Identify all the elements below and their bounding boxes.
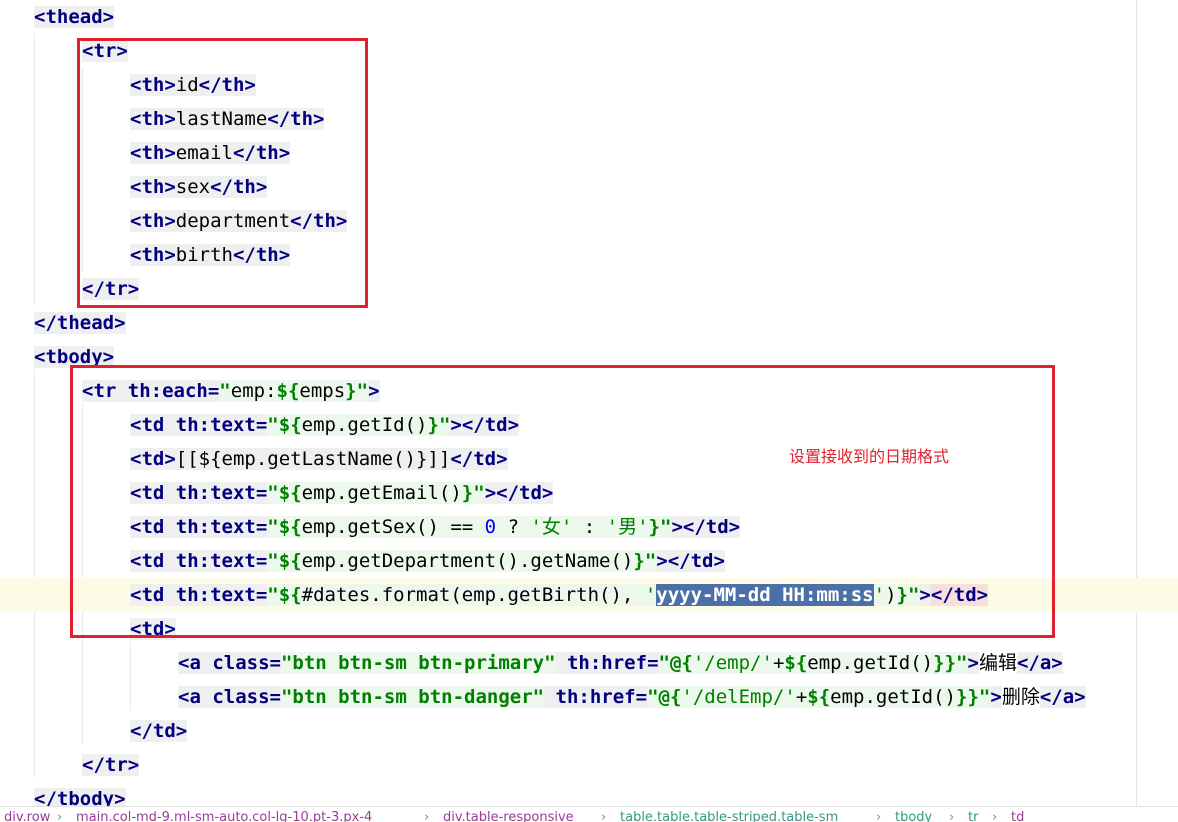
code-line-text: <a class="btn btn-sm btn-danger" th:href… bbox=[178, 683, 1086, 711]
breadcrumb-separator-icon: › bbox=[57, 810, 63, 822]
breadcrumb-item[interactable]: td bbox=[1011, 808, 1024, 822]
code-token: ${ bbox=[784, 652, 808, 674]
code-token: " bbox=[978, 686, 991, 708]
code-token: = bbox=[269, 652, 281, 674]
code-token: @{ bbox=[658, 686, 682, 708]
code-token: </td> bbox=[130, 720, 188, 742]
highlight-box-thead-row bbox=[77, 38, 368, 308]
code-token: '/emp/' bbox=[692, 652, 773, 674]
code-token: ${ bbox=[807, 686, 831, 708]
breadcrumb: div.row › main.col-md-9.ml-sm-auto.col-lg-… bbox=[0, 806, 1178, 822]
code-token: " bbox=[647, 686, 659, 708]
code-line[interactable]: </thead> bbox=[0, 306, 1178, 340]
code-line[interactable]: <a class="btn btn-sm btn-primary" th:hre… bbox=[0, 646, 1178, 680]
code-token: } bbox=[967, 686, 979, 708]
code-token bbox=[544, 686, 556, 708]
code-token: "btn btn-sm btn-primary" bbox=[280, 652, 556, 674]
code-token: class bbox=[212, 652, 270, 674]
breadcrumb-item[interactable]: main.col-md-9.ml-sm-auto.col-lg-10.pt-3.… bbox=[76, 808, 372, 822]
code-line-text: <thead> bbox=[34, 3, 115, 31]
code-token: = bbox=[269, 686, 281, 708]
code-token: th:href bbox=[566, 652, 648, 674]
code-token: </tr> bbox=[82, 754, 140, 776]
code-line-text: <a class="btn btn-sm btn-primary" th:hre… bbox=[178, 649, 1063, 677]
code-token: } bbox=[956, 686, 968, 708]
code-token: @{ bbox=[669, 652, 693, 674]
breadcrumb-item[interactable]: div.row bbox=[4, 808, 50, 822]
code-token: "btn btn-sm btn-danger" bbox=[280, 686, 545, 708]
annotation-note: 设置接收到的日期格式 bbox=[789, 447, 950, 466]
code-token: } bbox=[933, 652, 945, 674]
code-token: <thead> bbox=[34, 6, 115, 28]
highlight-box-tbody-row bbox=[70, 365, 1055, 638]
code-token: <a bbox=[178, 652, 213, 674]
code-token: 删除 bbox=[1001, 686, 1040, 708]
code-token: th:href bbox=[555, 686, 636, 708]
breadcrumb-separator-icon: › bbox=[949, 810, 955, 822]
code-token: class bbox=[212, 686, 270, 708]
code-token: + bbox=[795, 686, 808, 708]
code-line[interactable]: <a class="btn btn-sm btn-danger" th:href… bbox=[0, 680, 1178, 714]
code-token: </a> bbox=[1016, 652, 1063, 674]
code-token: emp.getId() bbox=[830, 686, 956, 708]
breadcrumb-separator-icon: › bbox=[876, 810, 882, 822]
code-token: = bbox=[647, 652, 659, 674]
code-token: } bbox=[944, 652, 957, 674]
breadcrumb-separator-icon: › bbox=[992, 810, 998, 822]
code-token: > bbox=[990, 686, 1002, 708]
code-line[interactable]: </td> bbox=[0, 714, 1178, 748]
code-token bbox=[555, 652, 567, 674]
code-line-text: </td> bbox=[130, 717, 188, 745]
breadcrumb-separator-icon: › bbox=[424, 810, 430, 822]
code-line-text: </tr> bbox=[82, 751, 140, 779]
code-token: 编辑 bbox=[978, 652, 1017, 674]
code-token: > bbox=[967, 652, 979, 674]
code-editor[interactable]: <thead> <tr> <th>id</th> <th>lastName</th> <… bbox=[0, 0, 1178, 810]
code-token: </thead> bbox=[34, 312, 126, 334]
code-token: </a> bbox=[1039, 686, 1086, 708]
breadcrumb-item[interactable]: tr bbox=[968, 808, 978, 822]
code-line[interactable]: </tr> bbox=[0, 748, 1178, 782]
code-token: " bbox=[956, 652, 968, 674]
breadcrumb-item[interactable]: tbody bbox=[895, 808, 932, 822]
code-token: + bbox=[772, 652, 785, 674]
breadcrumb-item[interactable]: div.table-responsive bbox=[443, 808, 574, 822]
code-token: emp.getId() bbox=[807, 652, 934, 674]
code-token: " bbox=[658, 652, 670, 674]
code-token: '/delEmp/' bbox=[681, 686, 796, 708]
breadcrumb-separator-icon: › bbox=[601, 810, 607, 822]
code-token: <a bbox=[178, 686, 213, 708]
code-line[interactable]: <thead> bbox=[0, 0, 1178, 34]
breadcrumb-item[interactable]: table.table.table-striped.table-sm bbox=[620, 808, 838, 822]
code-token: = bbox=[635, 686, 648, 708]
code-line-text: </thead> bbox=[34, 309, 126, 337]
